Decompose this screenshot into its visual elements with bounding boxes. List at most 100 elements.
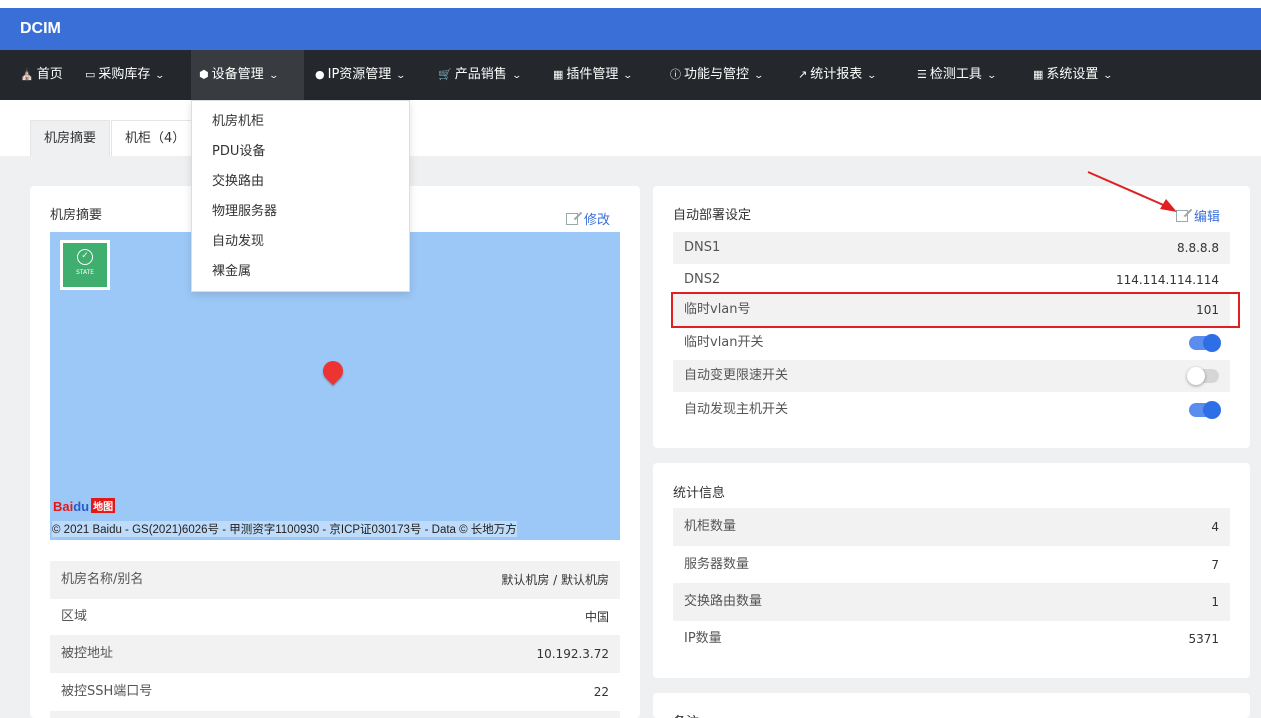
field-value: 中国 xyxy=(584,610,609,624)
chevron-down-icon: ⌄ xyxy=(154,71,166,81)
field-value: 10.192.3.72 xyxy=(536,647,609,661)
nav-item-product-sales[interactable]: 🛒 产品销售 ⌄ xyxy=(430,50,528,100)
nav-label: 系统设置 xyxy=(1046,67,1099,82)
field-label: 被控地址 xyxy=(61,646,114,661)
auto-deploy-title: 自动部署设定 xyxy=(673,208,752,223)
chevron-down-icon: ⌄ xyxy=(622,71,634,81)
chevron-down-icon: ⌄ xyxy=(395,71,407,81)
field-label: 机房名称/别名 xyxy=(61,572,144,587)
nav-item-settings[interactable]: ▦ 系统设置 ⌄ xyxy=(1025,50,1120,100)
field-label: 机柜数量 xyxy=(684,519,737,534)
dropdown-item-room-cabinet[interactable]: 机房机柜 xyxy=(192,107,409,137)
state-badge[interactable]: ✓ STATE xyxy=(60,240,110,290)
temp-vlan-toggle[interactable] xyxy=(1189,334,1221,352)
deploy-field-row: 临时vlan开关 xyxy=(673,327,1230,359)
nav-label: IP资源管理 xyxy=(327,67,392,82)
room-field-row: 机房名称/别名 默认机房 / 默认机房 xyxy=(50,561,620,599)
tab-bar: 机房摘要 机柜（4） xyxy=(0,100,1261,156)
chevron-down-icon: ⌄ xyxy=(866,71,878,81)
room-summary-title: 机房摘要 xyxy=(50,208,103,223)
notes-card xyxy=(653,693,1250,718)
grid-icon: ▦ xyxy=(553,68,564,81)
room-summary-edit-button[interactable]: 修改 xyxy=(566,209,610,228)
chevron-down-icon: ⌄ xyxy=(268,71,279,81)
nav-item-functions[interactable]: ⓘ 功能与管控 ⌄ xyxy=(662,50,771,100)
app-header: DCIM xyxy=(0,8,1261,50)
stats-field-row: IP数量 5371 xyxy=(673,620,1230,658)
dropdown-item-auto-discovery[interactable]: 自动发现 xyxy=(192,227,409,257)
nav-item-device-management[interactable]: ⬢ 设备管理 ⌄ xyxy=(191,50,304,100)
notes-title: 备注 xyxy=(673,711,699,718)
chevron-down-icon: ⌄ xyxy=(511,71,522,81)
home-icon: ⛪ xyxy=(20,68,34,81)
annotation-arrow xyxy=(1087,171,1177,212)
windows-icon: ▦ xyxy=(1033,68,1044,81)
check-icon: ✓ xyxy=(77,249,93,265)
chevron-down-icon: ⌄ xyxy=(753,71,765,81)
field-label: 自动发现主机开关 xyxy=(684,402,789,417)
edit-icon xyxy=(566,213,578,225)
field-value: 8.8.8.8 xyxy=(1177,241,1219,255)
nav-label: 设备管理 xyxy=(211,67,264,82)
nav-label: 统计报表 xyxy=(810,67,863,82)
nav-label: 产品销售 xyxy=(454,67,507,82)
hdd-icon: ▭ xyxy=(85,68,96,81)
auto-rate-limit-toggle[interactable] xyxy=(1187,367,1219,385)
map-copyright: © 2021 Baidu - GS(2021)6026号 - 甲测资字11009… xyxy=(52,521,517,537)
room-field-row: 区域 中国 xyxy=(50,598,620,636)
tab-cabinets[interactable]: 机柜（4） xyxy=(111,120,200,156)
list-icon: ☰ xyxy=(917,68,927,81)
dropdown-item-switch-router[interactable]: 交换路由 xyxy=(192,167,409,197)
nav-item-reports[interactable]: ↗ 统计报表 ⌄ xyxy=(790,50,884,100)
top-strip xyxy=(0,0,1261,8)
field-label: IP数量 xyxy=(684,631,722,646)
field-value: 默认机房 / 默认机房 xyxy=(501,573,609,587)
stats-field-row: 服务器数量 7 xyxy=(673,546,1230,584)
main-nav: ⛪ 首页 ▭ 采购库存 ⌄ ⬢ 设备管理 ⌄ ● IP资源管理 ⌄ 🛒 产品销售 ⌄ ▦ 插件管理 ⌄… xyxy=(0,50,1261,100)
tab-room-summary[interactable]: 机房摘要 xyxy=(30,120,111,156)
map-marker-icon[interactable] xyxy=(318,356,348,386)
stats-field-row: 交换路由数量 1 xyxy=(673,583,1230,621)
field-label: 区域 xyxy=(61,609,88,624)
line-chart-icon: ↗ xyxy=(798,68,808,81)
field-label: 临时vlan开关 xyxy=(684,335,764,350)
dropdown-item-physical-server[interactable]: 物理服务器 xyxy=(192,197,409,227)
field-value: 1 xyxy=(1211,595,1219,609)
edit-label: 编辑 xyxy=(1194,210,1221,225)
dropdown-item-pdu[interactable]: PDU设备 xyxy=(192,137,409,167)
field-label: DNS1 xyxy=(684,240,721,255)
nav-item-ip-resources[interactable]: ● IP资源管理 ⌄ xyxy=(307,50,413,100)
edit-label: 修改 xyxy=(584,213,611,228)
chevron-down-icon: ⌄ xyxy=(1102,71,1114,81)
state-badge-label: STATE xyxy=(75,269,95,276)
annotation-highlight-box xyxy=(671,292,1240,328)
room-field-row: 被控地址 10.192.3.72 xyxy=(50,635,620,673)
cube-icon: ⬢ xyxy=(199,68,209,81)
app-title[interactable]: DCIM xyxy=(20,20,61,38)
deploy-field-row: 自动变更限速开关 xyxy=(673,360,1230,392)
field-label: 自动变更限速开关 xyxy=(684,368,789,383)
nav-item-tools[interactable]: ☰ 检测工具 ⌄ xyxy=(909,50,1003,100)
cart-icon: 🛒 xyxy=(438,68,452,81)
field-label: 被控SSH端口号 xyxy=(61,684,153,699)
field-value: 5371 xyxy=(1188,632,1219,646)
field-label: 交换路由数量 xyxy=(684,594,763,609)
nav-item-home[interactable]: ⛪ 首页 xyxy=(12,50,71,100)
deploy-field-row: DNS1 8.8.8.8 xyxy=(673,232,1230,264)
chevron-down-icon: ⌄ xyxy=(986,71,997,81)
auto-discover-host-toggle[interactable] xyxy=(1189,401,1221,419)
stats-field-row: 机柜数量 4 xyxy=(673,508,1230,546)
deploy-field-row: 自动发现主机开关 xyxy=(673,394,1230,426)
info-icon: ⓘ xyxy=(670,68,681,81)
field-label: 服务器数量 xyxy=(684,557,750,572)
baidu-map-logo: Baidu 地图 xyxy=(53,498,116,514)
nav-item-plugins[interactable]: ▦ 插件管理 ⌄ xyxy=(545,50,640,100)
stats-title: 统计信息 xyxy=(673,486,726,501)
room-field-row: 被控SSH端口号 22 xyxy=(50,673,620,711)
nav-label: 首页 xyxy=(36,67,63,82)
nav-label: 采购库存 xyxy=(98,67,151,82)
field-value: 4 xyxy=(1211,520,1219,534)
device-management-dropdown: 机房机柜 PDU设备 交换路由 物理服务器 自动发现 裸金属 xyxy=(191,100,410,292)
nav-item-purchase[interactable]: ▭ 采购库存 ⌄ xyxy=(77,50,172,100)
dropdown-item-bare-metal[interactable]: 裸金属 xyxy=(192,257,409,287)
